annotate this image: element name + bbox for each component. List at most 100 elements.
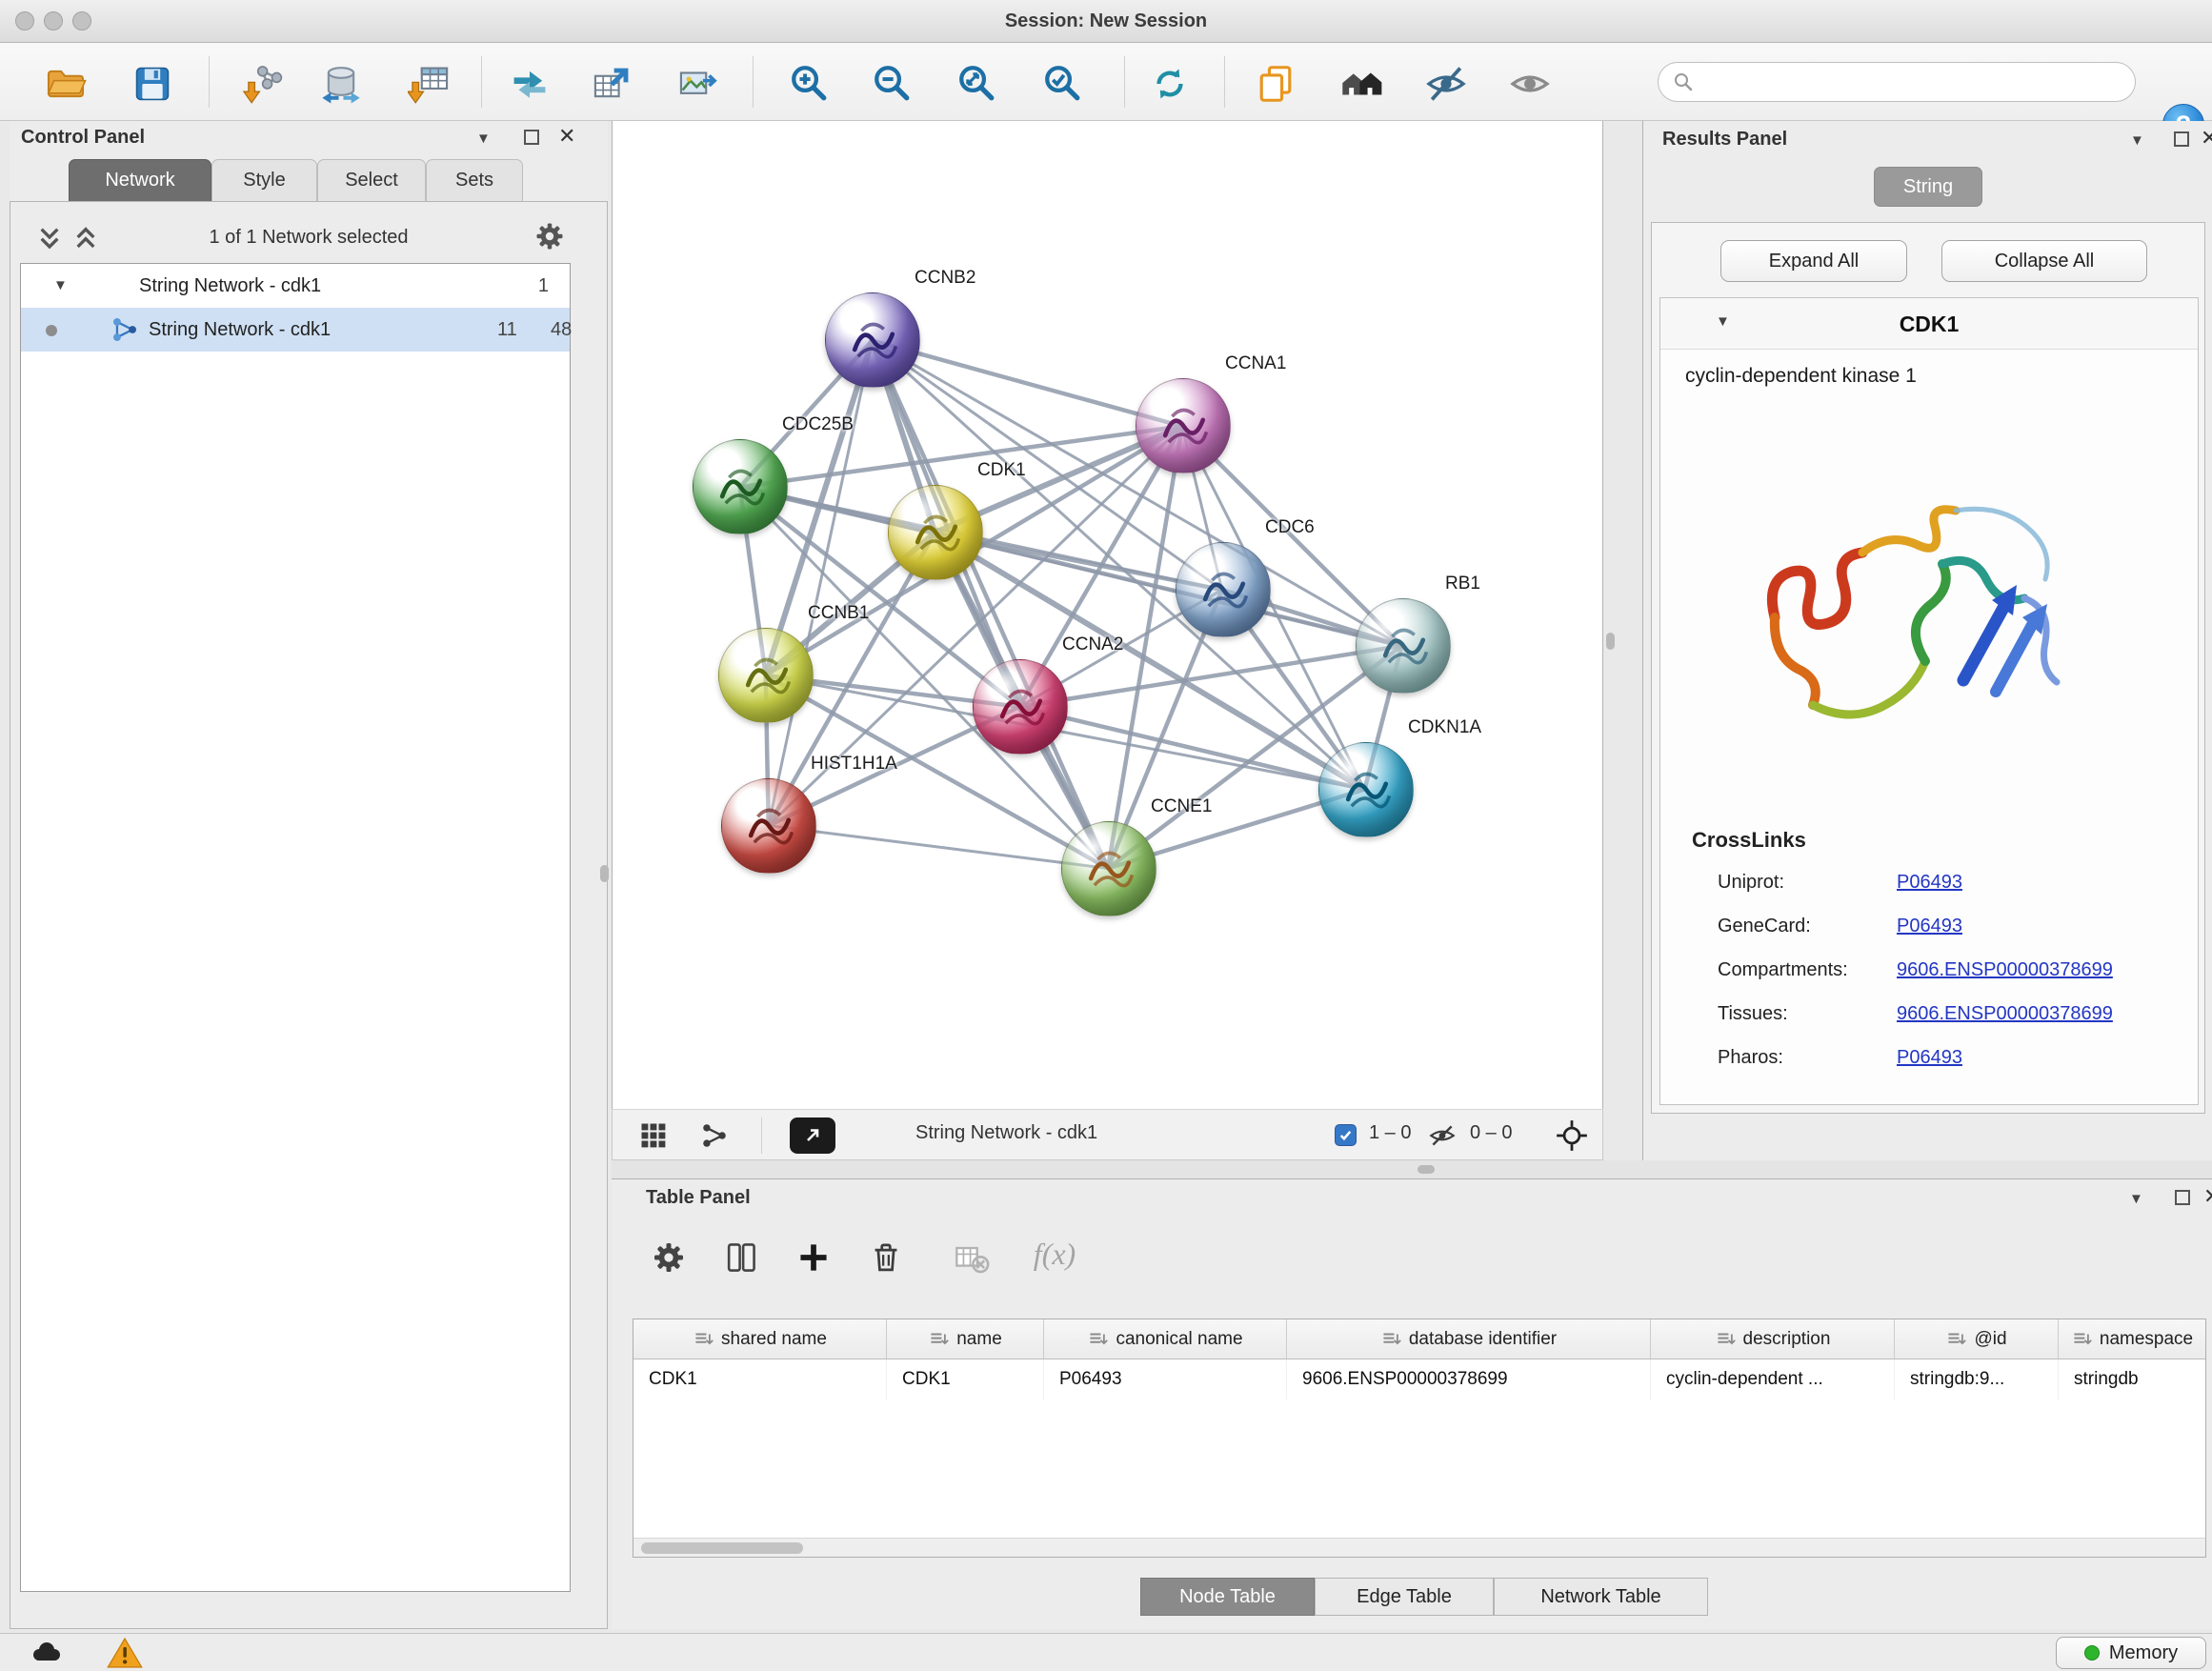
- network-node-CDC25B[interactable]: [693, 439, 788, 534]
- cell-namespace[interactable]: stringdb: [2059, 1359, 2205, 1399]
- column-header-description[interactable]: description: [1651, 1319, 1895, 1359]
- panel-close-icon[interactable]: ✕: [2201, 131, 2212, 146]
- refresh-button[interactable]: [1145, 59, 1195, 109]
- panel-menu-icon[interactable]: ▼: [476, 131, 491, 147]
- column-header-canonical-name[interactable]: canonical name: [1044, 1319, 1287, 1359]
- show-columns-button[interactable]: [716, 1233, 766, 1282]
- tab-sets[interactable]: Sets: [426, 159, 523, 201]
- panel-close-icon[interactable]: ✕: [558, 129, 575, 144]
- crosslink-value-compartments[interactable]: 9606.ENSP00000378699: [1897, 959, 2113, 981]
- network-node-CCNB2[interactable]: [825, 292, 920, 388]
- grid-view-button[interactable]: [639, 1121, 668, 1156]
- column-header-shared-name[interactable]: shared name: [633, 1319, 887, 1359]
- zoom-selected-button[interactable]: [1038, 59, 1088, 109]
- column-header-id[interactable]: @id: [1895, 1319, 2059, 1359]
- crosslink-value-tissues[interactable]: 9606.ENSP00000378699: [1897, 1003, 2113, 1025]
- network-edge-CDK1-RB1[interactable]: [935, 533, 1401, 646]
- window-minimize-button[interactable]: [44, 11, 63, 30]
- cell-id[interactable]: stringdb:9...: [1895, 1359, 2059, 1399]
- expand-all-button[interactable]: Expand All: [1720, 240, 1907, 282]
- tab-network-table[interactable]: Network Table: [1494, 1578, 1708, 1616]
- hide-panel-button[interactable]: [1421, 59, 1471, 109]
- network-node-RB1[interactable]: [1356, 598, 1451, 694]
- left-splitter-handle[interactable]: [600, 865, 609, 882]
- network-row-selected[interactable]: String Network - cdk1 11 48: [21, 308, 570, 352]
- tab-node-table[interactable]: Node Table: [1140, 1578, 1315, 1616]
- cell-description[interactable]: cyclin-dependent ...: [1651, 1359, 1895, 1399]
- cell-shared-name[interactable]: CDK1: [633, 1359, 887, 1399]
- splitter-handle[interactable]: [1418, 1165, 1435, 1174]
- column-header-database-identifier[interactable]: database identifier: [1287, 1319, 1651, 1359]
- homology-button[interactable]: [1337, 59, 1386, 109]
- table-row[interactable]: CDK1 CDK1 P06493 9606.ENSP00000378699 cy…: [633, 1359, 2205, 1399]
- panel-menu-icon[interactable]: ▼: [2130, 132, 2144, 149]
- cloud-status-button[interactable]: [27, 1636, 65, 1671]
- memory-button[interactable]: Memory: [2056, 1637, 2206, 1669]
- panel-float-icon[interactable]: [2174, 131, 2189, 147]
- panel-float-icon[interactable]: [2175, 1190, 2190, 1205]
- delete-column-button[interactable]: [861, 1233, 911, 1282]
- open-session-button[interactable]: [41, 59, 90, 109]
- network-overview-button[interactable]: [700, 1121, 729, 1156]
- import-network-from-file-button[interactable]: [236, 59, 286, 109]
- tab-network[interactable]: Network: [69, 159, 211, 201]
- network-canvas[interactable]: CCNB2CCNA1CDC25BCDK1CDC6RB1CCNB1CCNA2CDK…: [613, 121, 1602, 1109]
- network-node-CDC6[interactable]: [1176, 542, 1271, 637]
- save-session-button[interactable]: [128, 59, 177, 109]
- network-node-CDK1[interactable]: [888, 485, 983, 580]
- table-options-gear-button[interactable]: [644, 1233, 694, 1282]
- delete-table-button[interactable]: [947, 1233, 996, 1282]
- tab-select[interactable]: Select: [317, 159, 426, 201]
- export-table-button[interactable]: [588, 59, 637, 109]
- crosslink-value-pharos[interactable]: P06493: [1897, 1047, 1962, 1069]
- tree-disclosure-icon[interactable]: ▼: [53, 264, 68, 308]
- network-node-CCNB1[interactable]: [718, 628, 814, 723]
- network-options-gear[interactable]: [533, 219, 567, 259]
- create-column-button[interactable]: [789, 1233, 838, 1282]
- warnings-button[interactable]: [107, 1637, 143, 1671]
- protein-card-header[interactable]: ▼ CDK1: [1660, 298, 2198, 350]
- network-node-CCNE1[interactable]: [1061, 821, 1156, 916]
- birdseye-view-button[interactable]: [790, 1117, 835, 1154]
- zoom-fit-button[interactable]: [953, 59, 1002, 109]
- panel-close-icon[interactable]: ✕: [2203, 1189, 2212, 1204]
- show-panel-button[interactable]: [1505, 59, 1555, 109]
- network-node-HIST1H1A[interactable]: [721, 778, 816, 874]
- zoom-in-button[interactable]: [785, 59, 835, 109]
- import-table-from-file-button[interactable]: [405, 59, 454, 109]
- network-node-CCNA1[interactable]: [1136, 378, 1231, 473]
- tab-edge-table[interactable]: Edge Table: [1315, 1578, 1494, 1616]
- column-header-name[interactable]: name: [887, 1319, 1044, 1359]
- import-network-from-database-button[interactable]: [316, 59, 366, 109]
- tab-style[interactable]: Style: [211, 159, 317, 201]
- window-zoom-button[interactable]: [72, 11, 91, 30]
- network-edge-HIST1H1A-CCNE1[interactable]: [769, 826, 1108, 869]
- panel-float-icon[interactable]: [524, 130, 539, 145]
- column-header-namespace[interactable]: namespace: [2059, 1319, 2205, 1359]
- collapse-all-button[interactable]: Collapse All: [1941, 240, 2147, 282]
- function-builder-button[interactable]: f(x): [1012, 1229, 1097, 1278]
- cell-database-identifier[interactable]: 9606.ENSP00000378699: [1287, 1359, 1651, 1399]
- duplicate-documents-button[interactable]: [1251, 59, 1300, 109]
- network-node-CCNA2[interactable]: [973, 659, 1068, 755]
- scrollbar-thumb[interactable]: [641, 1542, 803, 1554]
- collapse-section-icon[interactable]: ▼: [1716, 313, 1730, 330]
- table-horizontal-scrollbar[interactable]: [633, 1538, 2205, 1557]
- right-splitter-handle[interactable]: [1606, 633, 1615, 650]
- window-close-button[interactable]: [15, 11, 34, 30]
- string-results-tab[interactable]: String: [1874, 167, 1982, 207]
- fit-selected-button[interactable]: [1556, 1119, 1588, 1158]
- crosslink-value-uniprot[interactable]: P06493: [1897, 872, 1962, 894]
- network-exchange-button[interactable]: [505, 59, 554, 109]
- network-edge-CCNB2-CCNE1[interactable]: [872, 341, 1108, 869]
- network-collection-row[interactable]: ▼ String Network - cdk1 1: [21, 264, 570, 308]
- cell-canonical-name[interactable]: P06493: [1044, 1359, 1287, 1399]
- network-node-CDKN1A[interactable]: [1318, 742, 1414, 837]
- search-input[interactable]: [1704, 71, 2122, 93]
- selected-nodes-checkbox[interactable]: [1335, 1124, 1357, 1146]
- panel-menu-icon[interactable]: ▼: [2129, 1191, 2143, 1207]
- horizontal-splitter[interactable]: [612, 1160, 2212, 1178]
- crosslink-value-genecard[interactable]: P06493: [1897, 916, 1962, 937]
- hidden-items-icon-wrap[interactable]: [1428, 1121, 1457, 1156]
- cell-name[interactable]: CDK1: [887, 1359, 1044, 1399]
